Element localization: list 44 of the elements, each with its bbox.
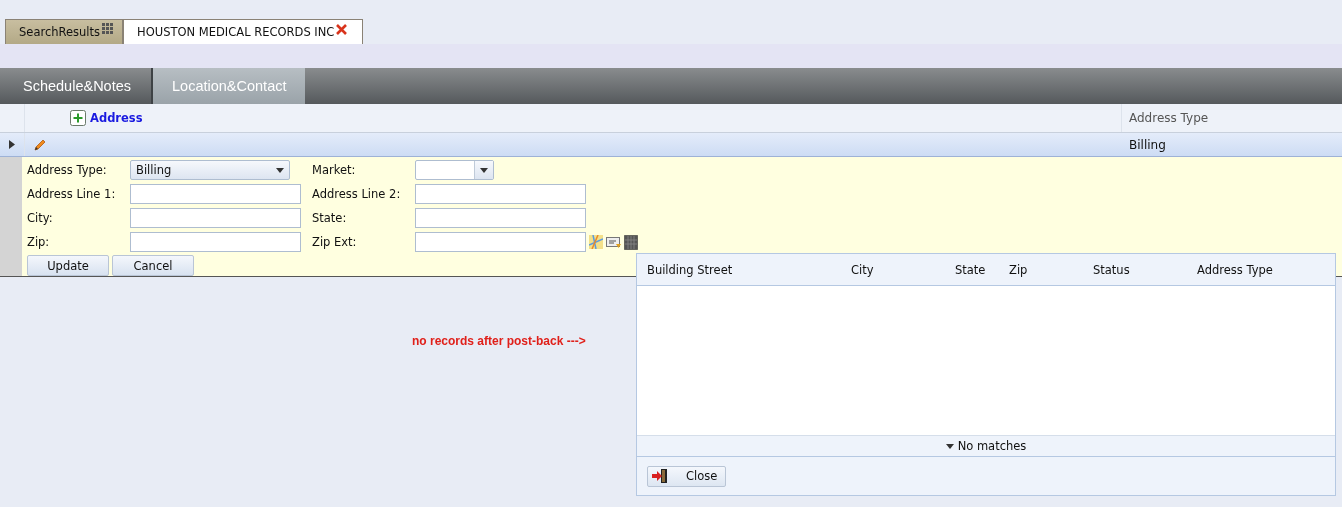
dropdown-field[interactable]: Billing [130, 160, 290, 180]
add-address-link[interactable]: Address [90, 111, 143, 125]
text-field[interactable] [415, 184, 586, 204]
text-field[interactable] [415, 208, 586, 228]
column-header[interactable]: Address Type [1197, 262, 1273, 277]
map-icon[interactable] [589, 235, 603, 249]
envelope-icon[interactable] [606, 236, 621, 248]
grid-icon[interactable] [102, 23, 115, 35]
form-button[interactable]: Cancel [112, 255, 194, 276]
field-label: Zip Ext: [312, 235, 358, 249]
caret-icon [945, 443, 954, 449]
field-label: Address Line 1: [27, 187, 117, 201]
pencil-icon[interactable] [33, 137, 47, 152]
column-header[interactable]: Address Type [1121, 104, 1342, 132]
column-header[interactable]: Status [1093, 262, 1130, 277]
text-field[interactable] [130, 232, 301, 252]
expand-icon[interactable] [8, 140, 16, 149]
calculator-icon[interactable] [624, 234, 638, 250]
dropdown-field[interactable] [415, 160, 494, 180]
field-label: State: [312, 211, 348, 225]
field-label: Address Type: [27, 163, 108, 177]
text-field[interactable] [130, 184, 301, 204]
column-header[interactable]: Zip [1009, 262, 1028, 277]
exit-door-icon [652, 468, 668, 484]
field-label: Zip: [27, 235, 51, 249]
field-label: City: [27, 211, 54, 225]
column-header[interactable]: City [851, 262, 874, 277]
document-tab[interactable]: SearchResults [5, 19, 124, 44]
table-cell-text: Billing [1128, 136, 1167, 154]
field-label: Market: [312, 163, 357, 177]
annotation-text: no records after post-back ---> [412, 334, 586, 348]
close-icon[interactable] [336, 23, 348, 35]
caret-icon [276, 167, 284, 173]
text-field[interactable] [130, 208, 301, 228]
form-button[interactable]: Update [27, 255, 109, 276]
close-button[interactable]: Close [647, 465, 726, 487]
column-header[interactable]: State [955, 262, 986, 277]
add-icon[interactable] [70, 110, 86, 126]
text-field[interactable] [415, 232, 586, 252]
document-tab[interactable]: HOUSTON MEDICAL RECORDS INC [123, 19, 364, 44]
caret-icon [480, 167, 488, 173]
field-label: Address Line 2: [312, 187, 402, 201]
column-header[interactable]: Building Street [647, 262, 733, 277]
pager-label[interactable]: No matches [945, 439, 1027, 453]
